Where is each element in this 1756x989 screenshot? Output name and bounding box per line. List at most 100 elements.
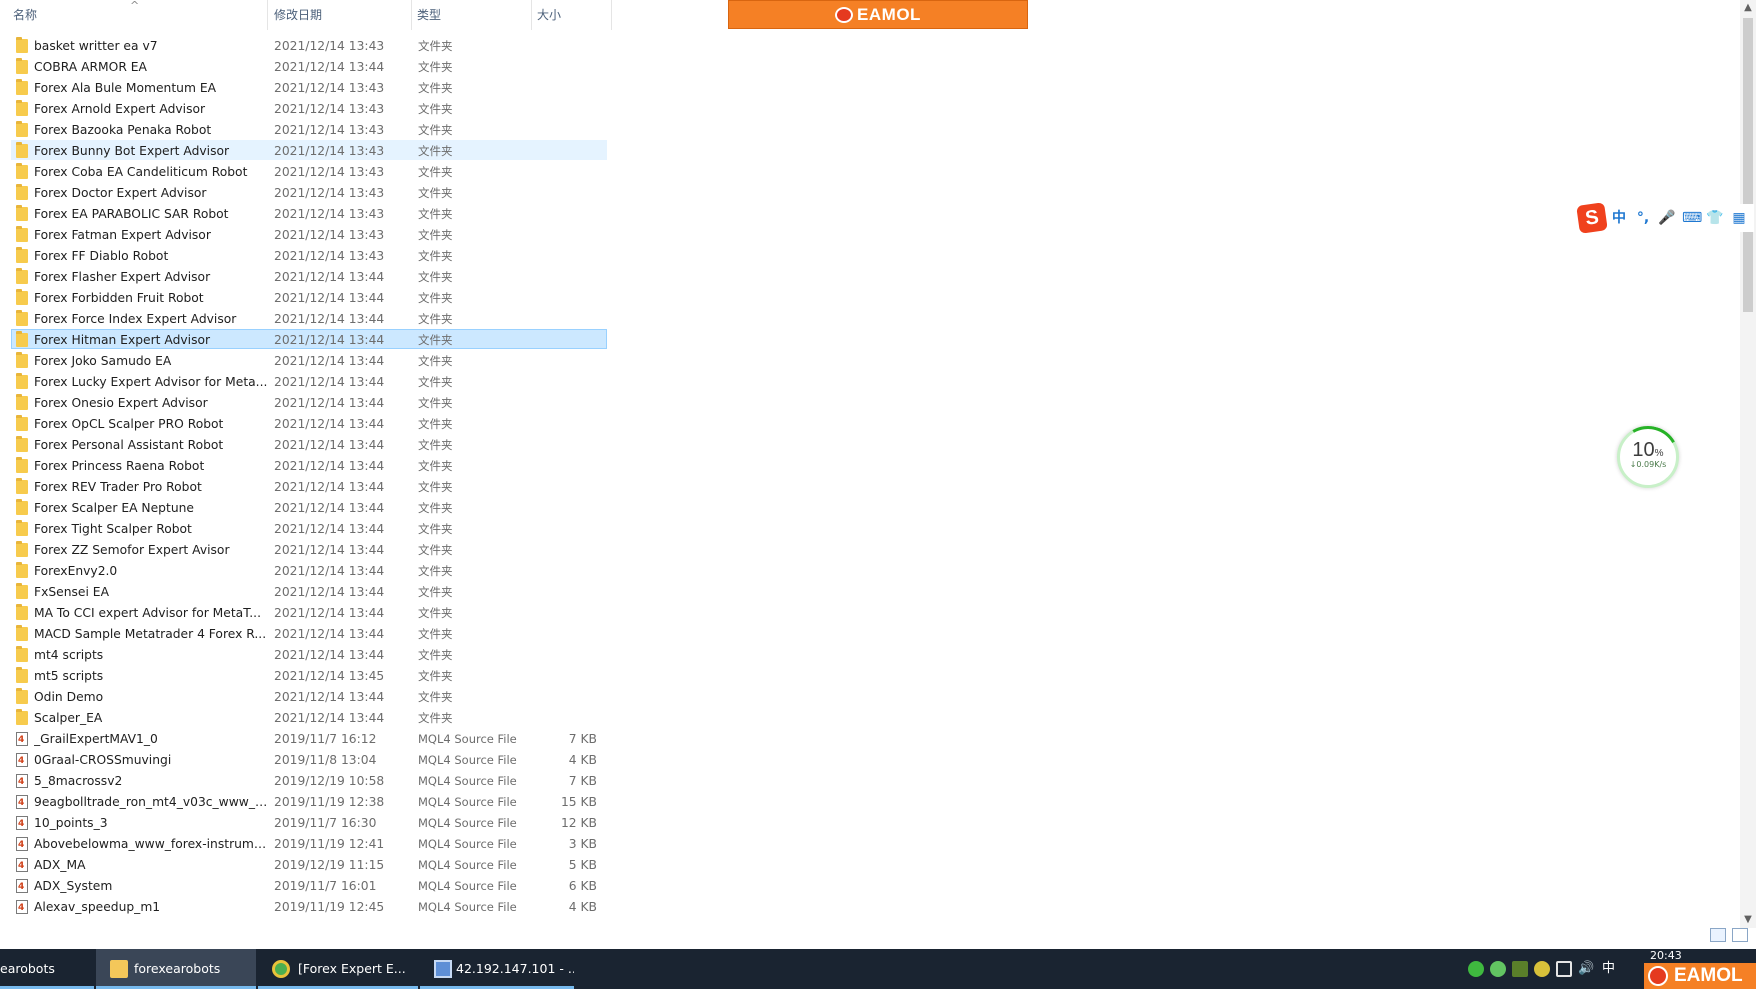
file-row[interactable]: ADX_System 2019/11/7 16:01 MQL4 Source Fil… — [11, 875, 607, 897]
column-header-size-label: 大小 — [537, 8, 562, 22]
wechat-tray-icon[interactable] — [1468, 961, 1484, 977]
folder-row[interactable]: Forex Bunny Bot Expert Advisor 2021/12/14… — [11, 140, 607, 160]
folder-row[interactable]: mt4 scripts 2021/12/14 13:44 文件夹 — [11, 644, 607, 664]
folder-row[interactable]: MA To CCI expert Advisor for MetaT... 202… — [11, 602, 607, 622]
volume-tray-icon[interactable]: 🔊 — [1578, 949, 1594, 989]
file-row[interactable]: 5_8macrossv2 2019/12/19 10:58 MQL4 Source … — [11, 770, 607, 792]
folder-row[interactable]: Forex Personal Assistant Robot 2021/12/14… — [11, 434, 607, 454]
folder-row[interactable]: Forex Coba EA Candeliticum Robot 2021/12/… — [11, 161, 607, 181]
folder-row[interactable]: Forex Force Index Expert Advisor 2021/12/… — [11, 308, 607, 328]
row-size: 12 KB — [560, 816, 597, 830]
ime-mode-toggle[interactable]: 中 — [1610, 209, 1628, 227]
folder-row[interactable]: Forex OpCL Scalper PRO Robot 2021/12/14 1… — [11, 413, 607, 433]
folder-icon — [16, 499, 28, 515]
file-row[interactable]: 10_points_3 2019/11/7 16:30 MQL4 Source Fi… — [11, 812, 607, 834]
file-row[interactable]: ADX_MA 2019/12/19 11:15 MQL4 Source File 5 … — [11, 854, 607, 876]
row-name: 5_8macrossv2 — [34, 774, 123, 788]
row-type: 文件夹 — [418, 291, 453, 305]
file-row[interactable]: Abovebelowma_www_forex-instrume... 2019/1… — [11, 833, 607, 855]
folder-row[interactable]: Forex Scalper EA Neptune 2021/12/14 13:44… — [11, 497, 607, 517]
row-name: Forex ZZ Semofor Expert Avisor — [34, 543, 230, 557]
folder-row[interactable]: Forex Joko Samudo EA 2021/12/14 13:44 文件夹 — [11, 350, 607, 370]
folder-row[interactable]: Forex Onesio Expert Advisor 2021/12/14 13… — [11, 392, 607, 412]
ime-skin-icon[interactable]: 👕 — [1706, 209, 1724, 227]
security-tray-icon[interactable] — [1534, 961, 1550, 977]
row-name: Abovebelowma_www_forex-instrume... — [34, 837, 269, 851]
file-row[interactable]: 9eagbolltrade_ron_mt4_v03c_www_fo... 2019… — [11, 791, 607, 813]
folder-row[interactable]: Forex Tight Scalper Robot 2021/12/14 13:4… — [11, 518, 607, 538]
row-type: 文件夹 — [418, 144, 453, 158]
ime-punctuation-icon[interactable]: °, — [1634, 209, 1652, 227]
row-date: 2021/12/14 13:44 — [274, 417, 385, 431]
row-type: 文件夹 — [418, 312, 453, 326]
folder-row[interactable]: Forex Doctor Expert Advisor 2021/12/14 13… — [11, 182, 607, 202]
large-icons-view-icon[interactable] — [1732, 928, 1748, 942]
folder-row[interactable]: mt5 scripts 2021/12/14 13:45 文件夹 — [11, 665, 607, 685]
folder-row[interactable]: FxSensei EA 2021/12/14 13:44 文件夹 — [11, 581, 607, 601]
folder-row[interactable]: Forex REV Trader Pro Robot 2021/12/14 13:… — [11, 476, 607, 496]
row-type: 文件夹 — [418, 102, 453, 116]
folder-row[interactable]: Forex Lucky Expert Advisor for Meta... 20… — [11, 371, 607, 391]
folder-row[interactable]: Forex Arnold Expert Advisor 2021/12/14 13… — [11, 98, 607, 118]
taskbar-item-forexearobots[interactable]: forexearobots — [96, 949, 256, 989]
row-date: 2021/12/14 13:44 — [274, 711, 385, 725]
folder-row[interactable]: Forex Forbidden Fruit Robot 2021/12/14 13… — [11, 287, 607, 307]
folder-icon — [16, 688, 28, 704]
folder-row[interactable]: Forex Princess Raena Robot 2021/12/14 13:… — [11, 455, 607, 475]
row-name: COBRA ARMOR EA — [34, 60, 147, 74]
folder-row[interactable]: Forex Ala Bule Momentum EA 2021/12/14 13:… — [11, 77, 607, 97]
folder-row[interactable]: Forex EA PARABOLIC SAR Robot 2021/12/14 1… — [11, 203, 607, 223]
file-row[interactable]: 0Graal-CROSSmuvingi 2019/11/8 13:04 MQL4 S… — [11, 749, 607, 771]
input-language-indicator[interactable]: 中 — [1602, 949, 1615, 989]
row-name: Forex Scalper EA Neptune — [34, 501, 194, 515]
folder-row[interactable]: Forex Fatman Expert Advisor 2021/12/14 13… — [11, 224, 607, 244]
folder-icon — [16, 478, 28, 494]
row-type: 文件夹 — [418, 396, 453, 410]
folder-row[interactable]: Odin Demo 2021/12/14 13:44 文件夹 — [11, 686, 607, 706]
taskbar-item-label: earobots — [0, 961, 55, 976]
folder-icon — [16, 520, 28, 536]
network-tray-icon[interactable] — [1556, 961, 1572, 977]
folder-row[interactable]: COBRA ARMOR EA 2021/12/14 13:44 文件夹 — [11, 56, 607, 76]
folder-row[interactable]: Forex ZZ Semofor Expert Avisor 2021/12/14… — [11, 539, 607, 559]
folder-icon — [16, 415, 28, 431]
scroll-up-arrow-icon[interactable]: ▲ — [1740, 0, 1756, 16]
folder-row[interactable]: Forex Bazooka Penaka Robot 2021/12/14 13:… — [11, 119, 607, 139]
taskbar-item-browser[interactable]: [Forex Expert E... — [258, 949, 418, 989]
row-date: 2021/12/14 13:44 — [274, 438, 385, 452]
ime-voice-icon[interactable]: 🎤 — [1658, 209, 1676, 227]
column-header-date[interactable]: 修改日期 — [268, 0, 412, 30]
folder-row[interactable]: Forex FF Diablo Robot 2021/12/14 13:43 文件夹 — [11, 245, 607, 265]
network-speed-widget[interactable]: 10% ↓0.09K/s — [1610, 419, 1686, 495]
row-type: 文件夹 — [418, 123, 453, 137]
ime-toolbox-icon[interactable]: ▦ — [1730, 209, 1748, 227]
ime-keyboard-icon[interactable]: ⌨ — [1682, 209, 1702, 227]
row-name: Alexav_speedup_m1 — [34, 900, 161, 914]
column-header-type[interactable]: 类型 — [412, 0, 532, 30]
column-header-size[interactable]: 大小 — [532, 0, 612, 30]
details-view-icon[interactable] — [1710, 928, 1726, 942]
file-row[interactable]: _GrailExpertMAV1_0 2019/11/7 16:12 MQL4 So… — [11, 728, 607, 750]
row-name: Forex Joko Samudo EA — [34, 354, 172, 368]
file-row[interactable]: Alexav_speedup_m1 2019/11/19 12:45 MQL4 So… — [11, 896, 607, 918]
folder-row[interactable]: Scalper_EA 2021/12/14 13:44 文件夹 — [11, 707, 607, 727]
scrollbar-thumb[interactable] — [1743, 18, 1753, 312]
nvidia-tray-icon[interactable] — [1512, 961, 1528, 977]
chat-tray-icon[interactable] — [1490, 961, 1506, 977]
folder-row[interactable]: MACD Sample Metatrader 4 Forex R... 2021/… — [11, 623, 607, 643]
folder-row[interactable]: Forex Hitman Expert Advisor 2021/12/14 13… — [11, 329, 607, 349]
folder-icon — [110, 960, 128, 978]
row-name: 10_points_3 — [34, 816, 108, 830]
row-name: Forex OpCL Scalper PRO Robot — [34, 417, 224, 431]
sogou-ime-logo-icon[interactable]: S — [1576, 202, 1608, 234]
row-name: Forex Bunny Bot Expert Advisor — [34, 144, 230, 158]
folder-row[interactable]: basket writter ea v7 2021/12/14 13:43 文件夹 — [11, 35, 607, 55]
taskbar-item-remote-desktop[interactable]: 42.192.147.101 - ... — [420, 949, 574, 989]
row-name: Forex Hitman Expert Advisor — [34, 333, 211, 347]
folder-row[interactable]: Forex Flasher Expert Advisor 2021/12/14 1… — [11, 266, 607, 286]
folder-row[interactable]: ForexEnvy2.0 2021/12/14 13:44 文件夹 — [11, 560, 607, 580]
eamol-watermark-badge: EAMOL — [1644, 963, 1756, 989]
vertical-scrollbar[interactable]: ▲ ▼ — [1740, 0, 1756, 928]
taskbar-item-earobots[interactable]: earobots — [0, 949, 94, 989]
row-date: 2019/11/7 16:30 — [274, 816, 377, 830]
